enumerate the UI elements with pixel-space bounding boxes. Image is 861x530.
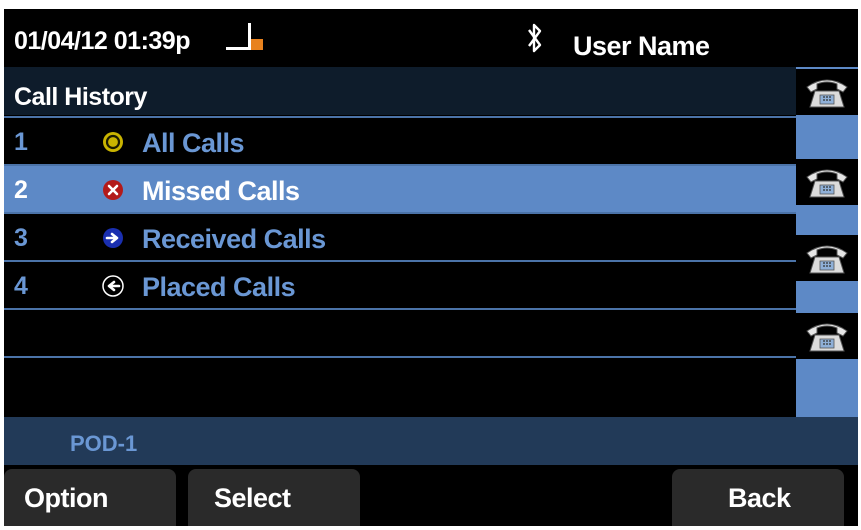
line-key-3[interactable] <box>796 235 858 281</box>
item-label: Missed Calls <box>142 176 300 206</box>
list-item-placed-calls[interactable]: 4 Placed Calls <box>4 260 796 308</box>
item-label: Placed Calls <box>142 272 296 302</box>
list-item-missed-calls[interactable]: 2 Missed Calls <box>4 164 796 212</box>
softkey-bar: Option Select Back <box>4 465 858 526</box>
item-label: All Calls <box>142 128 245 158</box>
list-item-received-calls[interactable]: 3 Received Calls <box>4 212 796 260</box>
back-softkey[interactable]: Back <box>672 469 844 526</box>
phone-icon <box>806 169 848 198</box>
line-key-2[interactable] <box>796 159 858 205</box>
list-item-empty <box>4 308 796 356</box>
date-time: 01/04/12 01:39p <box>14 27 190 55</box>
status-bar: 01/04/12 01:39p User Name <box>4 9 858 67</box>
received-calls-icon <box>102 227 124 249</box>
list-item-all-calls[interactable]: 1 All Calls <box>4 116 796 164</box>
bluetooth-icon <box>525 21 545 55</box>
placed-calls-icon <box>102 275 124 297</box>
user-name: User Name <box>573 31 710 61</box>
all-calls-icon <box>102 131 124 153</box>
item-number: 1 <box>14 128 28 156</box>
title-bar: Call History <box>4 67 796 115</box>
offhook-icon <box>226 21 266 57</box>
item-number: 4 <box>14 272 28 300</box>
list-item-empty <box>4 356 796 406</box>
item-label: Received Calls <box>142 224 326 254</box>
phone-icon <box>806 79 848 108</box>
option-softkey[interactable]: Option <box>4 469 176 526</box>
line-key-1[interactable] <box>796 69 858 115</box>
page-title: Call History <box>14 83 147 111</box>
phone-icon <box>806 245 848 274</box>
line-key-column <box>796 67 858 417</box>
pod-bar: POD-1 <box>4 417 858 465</box>
pod-label: POD-1 <box>70 431 138 456</box>
call-history-list: 1 All Calls 2 Missed Calls 3 Received Ca… <box>4 116 796 406</box>
phone-screen: 01/04/12 01:39p User Name Call History 1 <box>4 9 858 526</box>
line-key-4[interactable] <box>796 313 858 359</box>
item-number: 3 <box>14 224 28 252</box>
select-softkey[interactable]: Select <box>188 469 360 526</box>
item-number: 2 <box>14 176 28 204</box>
missed-calls-icon <box>102 179 124 201</box>
phone-icon <box>806 323 848 352</box>
